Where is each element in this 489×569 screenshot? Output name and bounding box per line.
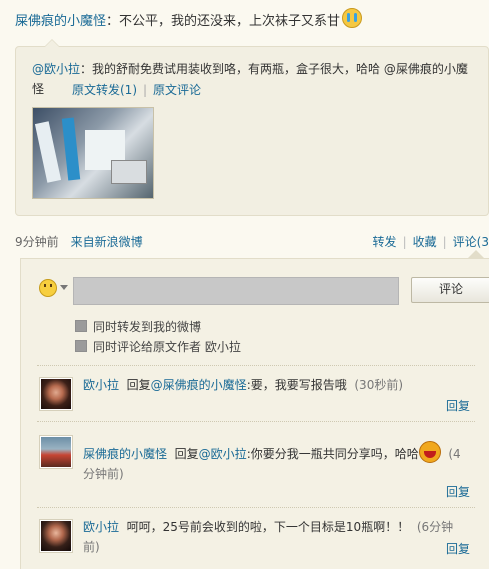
comment-author-link[interactable]: 欧小拉 [83, 520, 119, 534]
comment-text: 呵呵，25号前会收到的啦，下一个目标是10瓶啊！！ [126, 520, 410, 534]
comment-panel: 评论 同时转发到我的微博 同时评论给原文作者 欧小拉 欧小拉 回复@屎佛痕的小魔… [20, 250, 489, 569]
chevron-down-icon[interactable] [60, 285, 68, 290]
laugh-emoji-icon [418, 441, 441, 463]
comment-time: (30秒前) [354, 378, 404, 392]
quote-arrow [44, 39, 60, 47]
reply-prefix: 回复 [174, 447, 199, 461]
smile-emoji-icon[interactable] [39, 279, 57, 297]
comment-mention-link[interactable]: @欧小拉 [199, 447, 247, 461]
comment-original-checkbox[interactable] [75, 340, 87, 352]
comment-submit-button[interactable]: 评论 [411, 277, 489, 303]
avatar[interactable] [39, 519, 73, 553]
repost-link[interactable]: 转发 [373, 235, 397, 249]
avatar[interactable] [39, 377, 73, 411]
separator: | [143, 83, 148, 97]
comment-text: :要，我要写报告哦 [246, 378, 347, 392]
quote-thumbnail-image[interactable] [32, 107, 154, 199]
separator: | [402, 235, 407, 249]
quote-comment-link[interactable]: 原文评论 [153, 83, 201, 97]
reply-link[interactable]: 回复 [446, 397, 470, 414]
post-source-link[interactable]: 来自新浪微博 [71, 235, 143, 249]
comment-item: 欧小拉 呵呵，25号前会收到的啦，下一个目标是10瓶啊！！ (6分钟前) [83, 517, 469, 557]
favorite-link[interactable]: 收藏 [413, 235, 437, 249]
quote-author-link[interactable]: @欧小拉 [32, 62, 80, 76]
post-text: 屎佛痕的小魔怪：不公平，我的还没来，上次袜子又系甘 [15, 8, 485, 33]
reply-link[interactable]: 回复 [446, 483, 470, 500]
comment-input[interactable] [73, 277, 399, 305]
cry-emoji-icon [342, 8, 363, 28]
post-meta: 9分钟前 来自新浪微博 转发 | 收藏 | 评论(3 [15, 234, 489, 250]
reply-prefix: 回复 [126, 378, 151, 392]
reply-link[interactable]: 回复 [446, 540, 470, 557]
comment-original-checkbox-row[interactable]: 同时评论给原文作者 欧小拉 [75, 339, 241, 355]
quote-repost-link[interactable]: 原文转发(1) [72, 83, 137, 97]
separator: | [442, 235, 447, 249]
divider [37, 421, 475, 422]
comment-original-checkbox-label: 同时评论给原文作者 欧小拉 [93, 340, 241, 354]
divider [37, 365, 475, 366]
repost-checkbox-label: 同时转发到我的微博 [93, 320, 202, 334]
comment-item: 屎佛痕的小魔怪 回复@欧小拉:你要分我一瓶共同分享吗，哈哈 (4分钟前) [83, 441, 469, 484]
avatar[interactable] [39, 435, 73, 469]
comment-mention-link[interactable]: @屎佛痕的小魔怪 [151, 378, 247, 392]
quote-links: 原文转发(1) | 原文评论 [72, 81, 201, 99]
panel-arrow [468, 250, 484, 258]
quoted-post: @欧小拉：我的舒耐免费试用装收到咯，有两瓶，盒子很大，哈哈 @屎佛痕的小魔怪 原… [15, 39, 489, 216]
comment-link[interactable]: 评论(3 [453, 235, 489, 249]
post-body: ：不公平，我的还没来，上次袜子又系甘 [106, 14, 341, 29]
post-time: 9分钟前 [15, 235, 59, 249]
divider [37, 507, 475, 508]
post-actions: 转发 | 收藏 | 评论(3 [373, 234, 489, 250]
comment-author-link[interactable]: 欧小拉 [83, 378, 119, 392]
repost-checkbox[interactable] [75, 320, 87, 332]
post-author-link[interactable]: 屎佛痕的小魔怪 [15, 14, 106, 29]
comment-author-link[interactable]: 屎佛痕的小魔怪 [83, 447, 167, 461]
comment-text: :你要分我一瓶共同分享吗，哈哈 [246, 447, 419, 461]
repost-checkbox-row[interactable]: 同时转发到我的微博 [75, 319, 201, 335]
comment-item: 欧小拉 回复@屎佛痕的小魔怪:要，我要写报告哦 (30秒前) [83, 375, 469, 395]
